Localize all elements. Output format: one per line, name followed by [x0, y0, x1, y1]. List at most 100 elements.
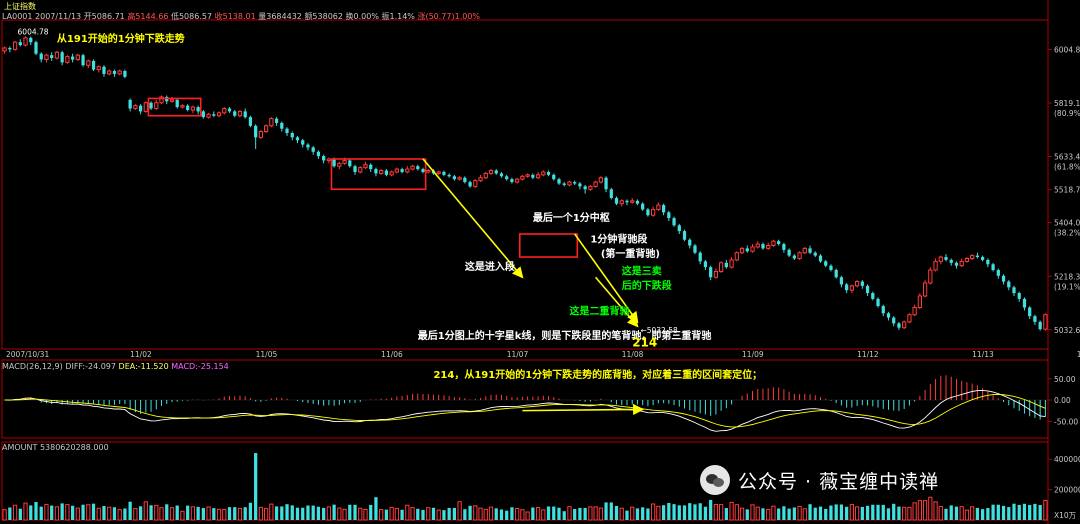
amount-bar	[672, 504, 676, 520]
candlestick-series: 6004.78←5032.58	[2, 27, 1048, 335]
amount-bar	[280, 506, 284, 520]
amount-bar	[133, 508, 138, 521]
candle-body	[922, 282, 928, 297]
amount-tick-label: 200000	[1054, 486, 1080, 495]
amount-bar	[488, 506, 494, 521]
amount-bar	[541, 509, 546, 521]
candle-body	[1038, 321, 1042, 330]
candle-body	[541, 171, 546, 176]
macd-tick-label: 0.00	[1054, 396, 1071, 405]
amount-bar	[237, 507, 243, 521]
candle-body	[44, 54, 49, 60]
candle-body	[813, 252, 817, 256]
amount-bar	[520, 509, 525, 521]
amount-bar	[583, 507, 587, 520]
amount-bar	[75, 507, 80, 521]
candle-body	[907, 314, 912, 323]
amount-bar	[138, 506, 143, 520]
amount-bar	[933, 501, 938, 521]
amount-bar	[567, 506, 572, 521]
amount-bar	[588, 506, 593, 521]
candle-body	[991, 264, 995, 271]
panel-border	[1, 19, 1049, 350]
candle-body	[609, 189, 613, 198]
amount-bar	[196, 506, 200, 520]
candle-body	[876, 298, 880, 307]
candle-body	[133, 105, 138, 110]
candle-body	[766, 245, 771, 249]
watermark: 公众号 · 薇宝缠中读禅	[700, 462, 939, 498]
candle-body	[258, 131, 264, 138]
amount-bar	[468, 505, 472, 520]
price-tick-label: 5819.1	[1054, 99, 1080, 108]
amount-bar	[808, 504, 812, 520]
amount-bar	[201, 508, 205, 520]
candle-body	[186, 105, 190, 110]
amount-bar	[917, 500, 922, 521]
candle-body	[154, 102, 159, 110]
candle-body	[1001, 275, 1006, 282]
candle-body	[112, 71, 117, 74]
candle-body	[588, 185, 593, 190]
amount-bar	[112, 507, 117, 520]
amount-bar	[986, 508, 990, 520]
price-tick-label: 6004.8	[1054, 45, 1080, 54]
amount-bar	[447, 507, 451, 520]
amount-bar	[65, 504, 70, 521]
candle-body	[886, 313, 891, 318]
candle-body	[2, 47, 7, 52]
amount-bar	[766, 509, 771, 521]
amount-bar	[175, 505, 179, 520]
macd-name: MACD(26,12,9)	[2, 362, 63, 371]
price-tick-label: 5032.6	[1054, 326, 1080, 335]
amount-bar	[70, 505, 75, 520]
amount-bar	[332, 504, 336, 520]
candle-body	[483, 172, 488, 179]
price-tick-label: 5404.0	[1054, 219, 1080, 228]
annotation-text: 最后1分图上的十字星k线，则是下跌段里的笔背驰，即第三重背驰	[418, 329, 712, 342]
candle-body	[222, 108, 227, 114]
candle-body	[944, 257, 948, 260]
candle-body	[797, 252, 802, 259]
amount-bar	[552, 506, 556, 520]
candle-body	[128, 99, 132, 109]
candle-body	[641, 203, 645, 210]
amount-bar	[604, 502, 608, 520]
candle-body	[802, 247, 807, 254]
candle-body	[248, 117, 253, 126]
amount-bar	[1012, 503, 1016, 520]
amount-bar	[1001, 505, 1006, 520]
annotation-text: 1分钟背驰段	[590, 233, 647, 246]
candle-body	[593, 181, 598, 187]
candle-body	[505, 176, 509, 180]
amount-bar	[50, 505, 54, 520]
amount-bar	[363, 508, 368, 521]
amount-bar	[854, 506, 860, 521]
amount-bar	[248, 502, 253, 520]
candle-body	[646, 209, 650, 216]
amount-bar	[285, 504, 289, 520]
candle-body	[175, 99, 179, 108]
candle-body	[614, 197, 619, 204]
annotation-text: 这是三卖	[622, 264, 662, 277]
amount-bar	[12, 504, 18, 521]
price-tick-pct: (19.1%)	[1054, 282, 1080, 291]
candle-body	[29, 37, 33, 43]
candle-body	[326, 158, 331, 161]
amount-bar	[991, 504, 995, 520]
candle-body	[693, 245, 697, 253]
wechat-icon	[700, 465, 730, 495]
candle-body	[750, 246, 755, 252]
macd-tick-label: -50.00	[1054, 417, 1078, 426]
candle-body	[892, 317, 896, 324]
candle-body	[578, 183, 582, 187]
candle-body	[400, 169, 404, 172]
amount-bar	[165, 504, 169, 520]
amount-bar	[619, 507, 624, 521]
candle-body	[468, 182, 472, 187]
amount-bar	[750, 504, 755, 521]
candle-body	[60, 52, 64, 63]
candle-body	[436, 171, 441, 174]
candle-body	[494, 170, 498, 174]
candle-body	[854, 281, 860, 287]
